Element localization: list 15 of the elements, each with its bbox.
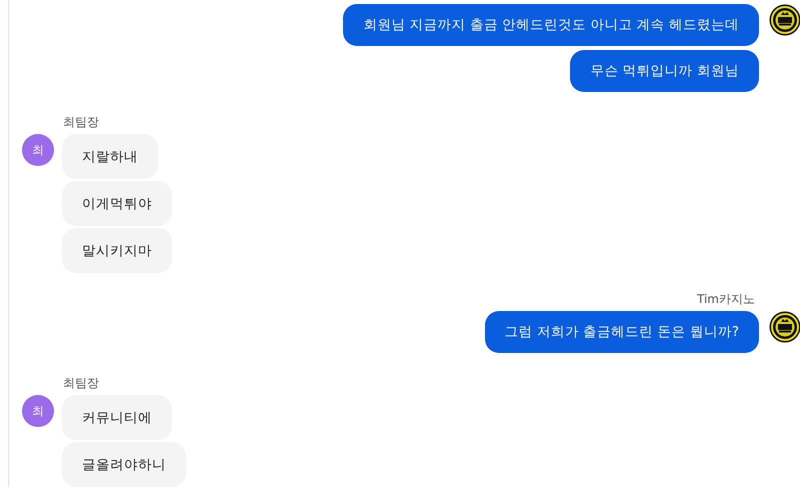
message-bubble: 지랄하내 (62, 134, 158, 179)
message-bubble: 이게먹튀야 (62, 181, 172, 226)
avatar: 최 (22, 134, 54, 166)
avatar-icon (769, 311, 800, 343)
avatar-icon (769, 4, 800, 36)
message-bubble: 커뮤니티에 (62, 395, 172, 440)
sender-name: Tim카지노 (697, 291, 755, 308)
sender-name: 최팀장 (63, 114, 100, 131)
avatar: 최 (22, 395, 54, 427)
message-bubble: 말시키지마 (62, 228, 172, 273)
message-bubble: 글올려야하니 (62, 442, 186, 487)
message-bubble: 회원님 지금까지 출금 안헤드린것도 아니고 계속 헤드렸는데 (343, 4, 759, 46)
message-bubble: 그럼 저희가 출금헤드린 돈은 뭡니까? (484, 311, 759, 353)
sender-name: 최팀장 (63, 375, 100, 392)
message-bubble: 무슨 먹튀입니까 회원님 (570, 50, 759, 92)
